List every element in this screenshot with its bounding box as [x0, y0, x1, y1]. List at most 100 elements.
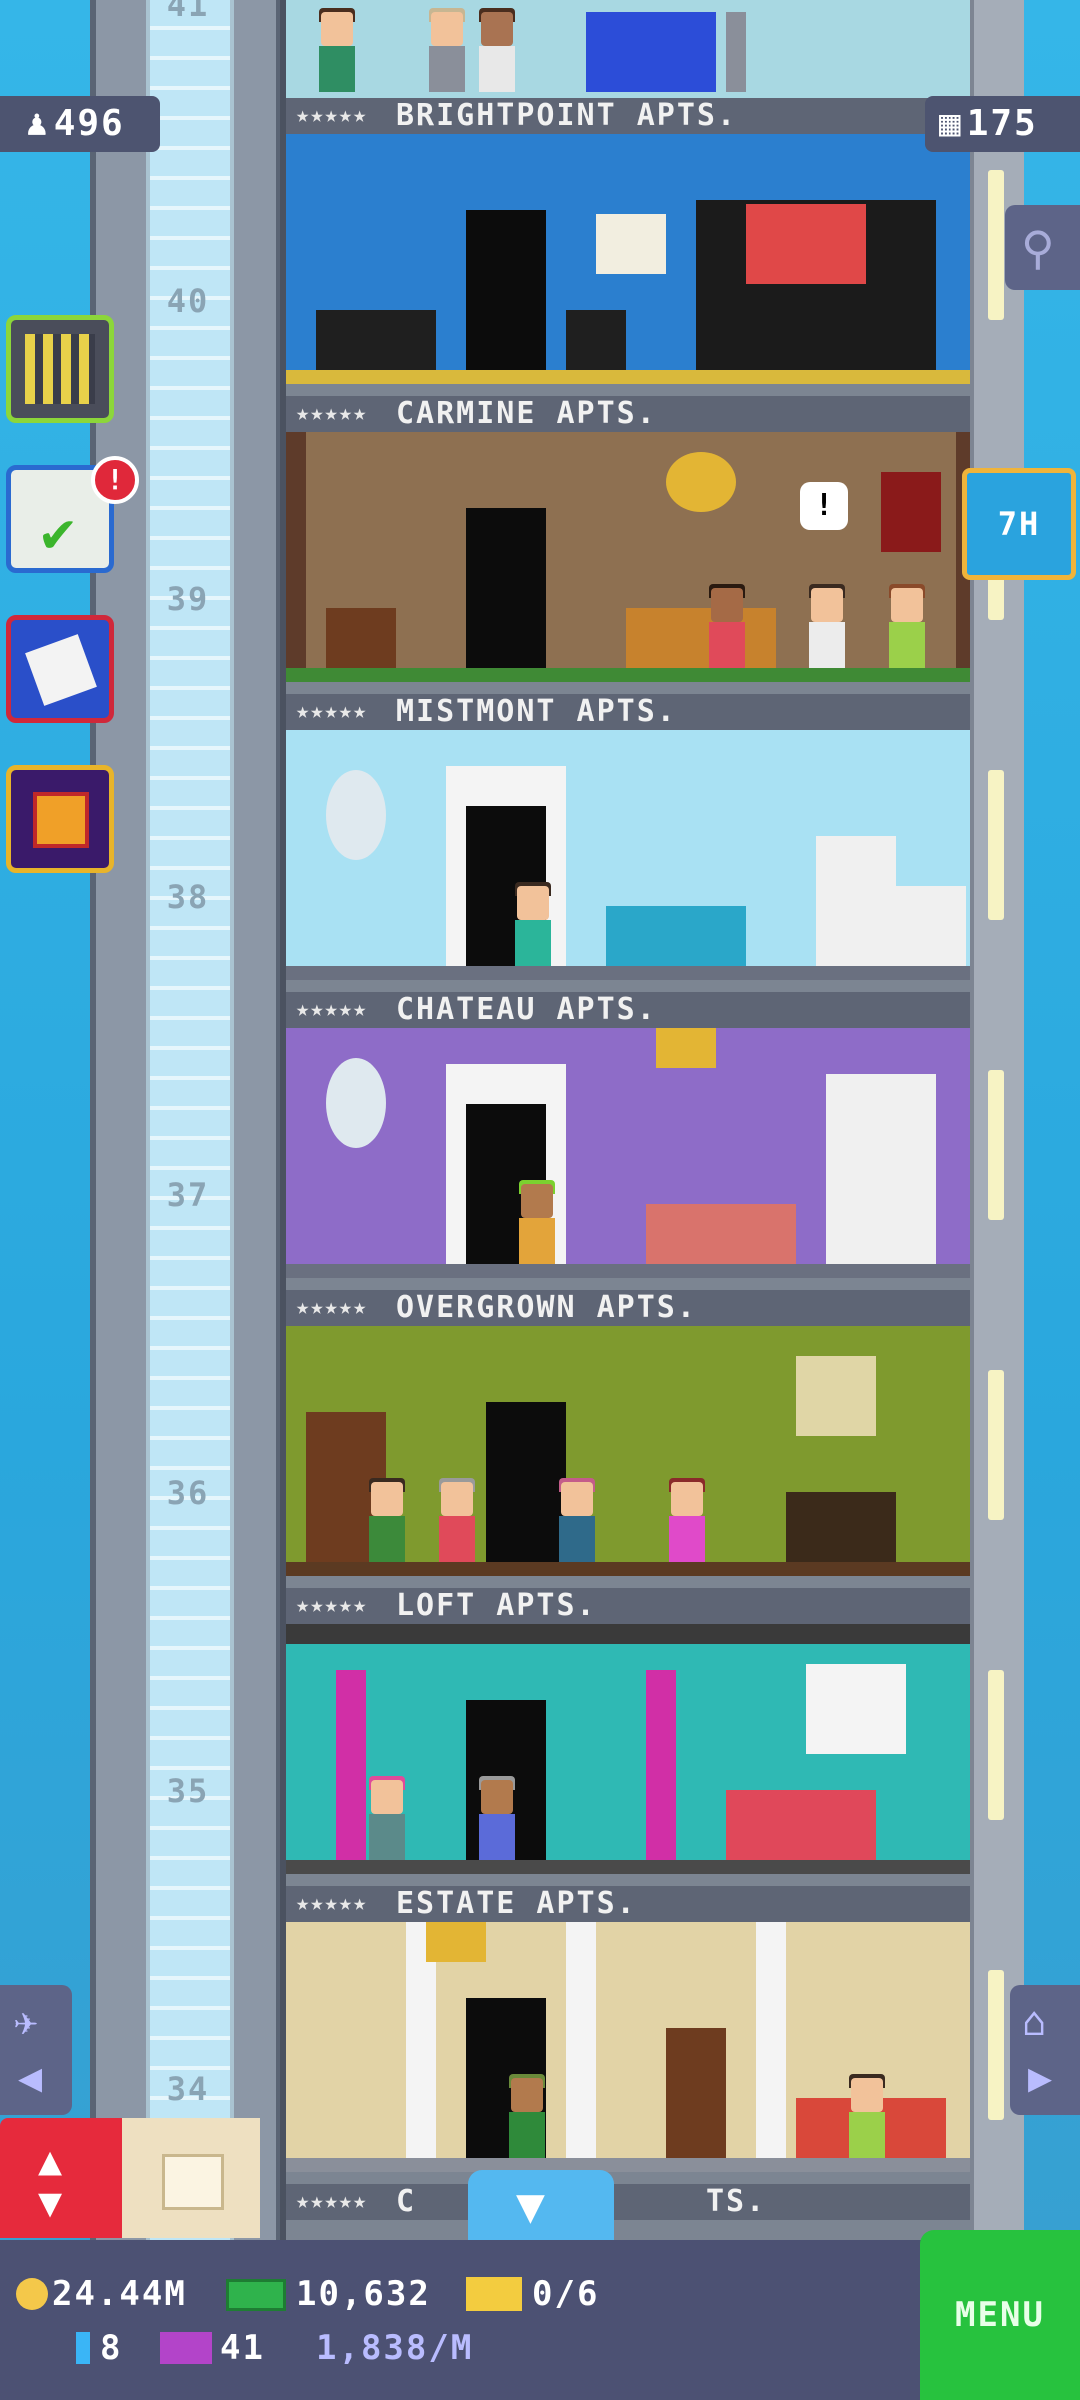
room-interior[interactable] [286, 1326, 976, 1576]
bed [626, 608, 776, 668]
gift-icon [33, 792, 89, 848]
floor-name: LOFT APTS. [396, 1588, 597, 1623]
bux-stat[interactable]: 10,632 [226, 2274, 431, 2314]
star-rating: ★★★★★ [296, 103, 368, 128]
arrow-up-icon: ▲ [38, 2138, 63, 2184]
floor-label: ★★★★★ BRIGHTPOINT APTS. [286, 98, 976, 134]
nightstand [326, 608, 396, 668]
floor-number-41: 41 [166, 0, 210, 24]
inventory-button[interactable] [122, 2118, 260, 2238]
building: ★★★★★ BRIGHTPOINT APTS. ★★★★★ CARMINE AP… [280, 0, 976, 2240]
chandelier [666, 452, 736, 512]
sofa [726, 1790, 876, 1860]
build-floor-button[interactable] [6, 315, 114, 423]
coin-icon [16, 2278, 48, 2310]
tv-screen [746, 204, 866, 284]
room-interior[interactable] [286, 1028, 976, 1278]
resident[interactable] [366, 1478, 408, 1562]
floor-count-value: 175 [966, 103, 1038, 144]
resident[interactable] [886, 584, 928, 668]
room-interior[interactable] [286, 1922, 976, 2172]
calendar-button[interactable] [6, 615, 114, 723]
resident[interactable] [476, 8, 518, 92]
floor-name: BRIGHTPOINT APTS. [396, 98, 738, 133]
floor-chateau[interactable]: ★★★★★ CHATEAU APTS. [286, 992, 976, 1290]
room-interior[interactable] [286, 1624, 976, 1874]
room-interior[interactable] [286, 134, 976, 384]
calendar-icon [25, 634, 97, 706]
floor-number-34: 34 [166, 2070, 210, 2108]
tickets-stat[interactable]: 0/6 [466, 2274, 599, 2314]
sofa [646, 1204, 796, 1264]
floor-brightpoint[interactable]: ★★★★★ BRIGHTPOINT APTS. [286, 98, 976, 396]
floor-overgrown[interactable]: ★★★★★ OVERGROWN APTS. [286, 1290, 976, 1588]
room-partial-top[interactable] [286, 0, 976, 98]
floor-estate[interactable]: ★★★★★ ESTATE APTS. [286, 1886, 976, 2184]
star-rating: ★★★★★ [296, 1891, 368, 1916]
blue-bar-icon [76, 2332, 90, 2364]
blue-items-stat[interactable]: 8 [76, 2328, 122, 2368]
floor-carmine[interactable]: ★★★★★ CARMINE APTS. ! [286, 396, 976, 694]
resident[interactable] [316, 8, 358, 92]
chair [566, 310, 626, 370]
room-interior[interactable] [286, 730, 976, 980]
resident[interactable] [512, 882, 554, 966]
resident[interactable] [436, 1478, 478, 1562]
curtain [336, 1670, 366, 1860]
chevron-down-icon: ▼ [516, 2178, 545, 2234]
coins-value: 24.44M [52, 2274, 187, 2314]
star-rating: ★★★★★ [296, 1593, 368, 1618]
resident[interactable] [806, 584, 848, 668]
box-icon [162, 2154, 224, 2210]
floor-label-partial: ★★★★★ C TS. [286, 2184, 976, 2220]
building-icon [25, 334, 95, 404]
travel-button[interactable]: ✈ ◀ [0, 1985, 72, 2115]
resident[interactable] [516, 1180, 558, 1264]
lobby-button[interactable]: ⌂ ▶ [1010, 1985, 1080, 2115]
resident[interactable] [666, 1478, 708, 1562]
resident[interactable] [706, 584, 748, 668]
floor-number-38: 38 [166, 878, 210, 916]
floor-loft[interactable]: ★★★★★ LOFT APTS. [286, 1588, 976, 1886]
resident[interactable] [556, 1478, 598, 1562]
resident[interactable] [846, 2074, 888, 2158]
coins-stat[interactable]: 24.44M [16, 2274, 187, 2314]
doorway [466, 508, 546, 668]
floor-label: ★★★★★ OVERGROWN APTS. [286, 1290, 976, 1326]
floor-mistmont[interactable]: ★★★★★ MISTMONT APTS. [286, 694, 976, 992]
gift-button[interactable] [6, 765, 114, 873]
bookshelf [666, 2028, 726, 2158]
scroll-down-button[interactable]: ▼ [468, 2170, 614, 2240]
chandelier [656, 1028, 716, 1068]
elevator-button[interactable]: ▲ ▼ [0, 2118, 122, 2238]
stove [896, 886, 966, 966]
elevator-shaft[interactable]: 41 40 39 38 37 36 35 34 [90, 0, 282, 2240]
floor-name-partial: C [396, 2184, 417, 2219]
timer-button[interactable]: 7H [962, 468, 1076, 580]
resident[interactable] [506, 2074, 548, 2158]
floor-number-35: 35 [166, 1772, 210, 1810]
building-icon: ▦ [939, 103, 963, 144]
search-button[interactable]: ⚲ [1005, 205, 1080, 290]
arrow-left-icon: ◀ [18, 2055, 43, 2101]
floor-label: ★★★★★ ESTATE APTS. [286, 1886, 976, 1922]
floor-number-40: 40 [166, 282, 210, 320]
resident[interactable] [476, 1776, 518, 1860]
floor-count-counter[interactable]: ▦ 175 [925, 96, 1080, 152]
resident[interactable] [426, 8, 468, 92]
room-interior[interactable]: ! [286, 432, 976, 682]
floor-name: OVERGROWN APTS. [396, 1290, 697, 1325]
checkmark-icon: ✔ [41, 500, 75, 565]
elevator-glass [146, 0, 234, 2240]
missions-button[interactable]: ✔ ! [6, 456, 139, 573]
star-rating: ★★★★★ [296, 1295, 368, 1320]
alert-bubble[interactable]: ! [800, 482, 848, 530]
house-icon: ⌂ [1022, 1999, 1047, 2045]
population-counter[interactable]: ♟ 496 [0, 96, 160, 152]
sofa [606, 906, 746, 966]
vip-stat[interactable]: 41 [160, 2328, 265, 2368]
wall-painting [596, 214, 666, 274]
resident[interactable] [366, 1776, 408, 1860]
menu-button[interactable]: MENU [920, 2230, 1080, 2400]
floor-label: ★★★★★ LOFT APTS. [286, 1588, 976, 1624]
